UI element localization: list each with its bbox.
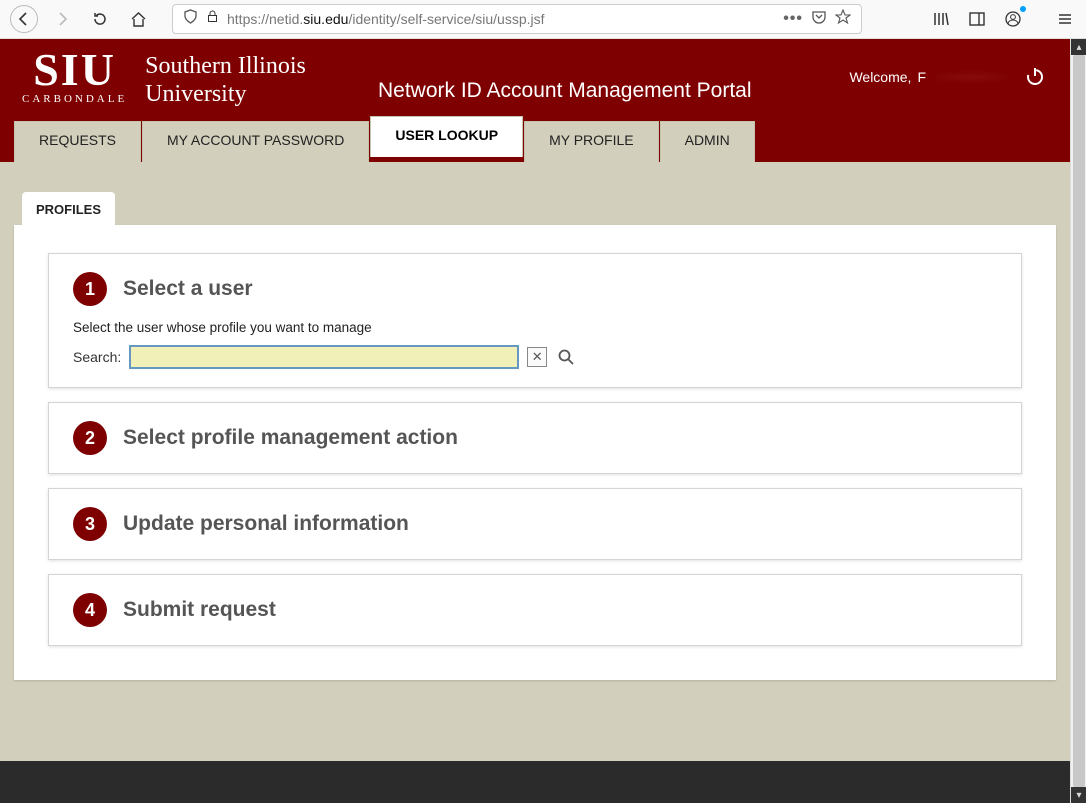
site-header: SIU CARBONDALE Southern Illinois Univers…: [0, 39, 1070, 162]
step-2-card[interactable]: 2 Select profile management action: [48, 402, 1022, 474]
step-2-number: 2: [73, 421, 107, 455]
tab-admin[interactable]: ADMIN: [660, 121, 755, 162]
logout-button[interactable]: [1022, 63, 1048, 89]
search-input[interactable]: [129, 345, 519, 369]
main-nav: REQUESTS MY ACCOUNT PASSWORD USER LOOKUP…: [14, 121, 756, 162]
scroll-up-button[interactable]: ▴: [1071, 39, 1086, 55]
search-label: Search:: [73, 349, 121, 365]
step-4-card[interactable]: 4 Submit request: [48, 574, 1022, 646]
step-1-card: 1 Select a user Select the user whose pr…: [48, 253, 1022, 388]
url-text: https://netid.siu.edu/identity/self-serv…: [227, 11, 775, 27]
more-icon[interactable]: •••: [783, 10, 803, 28]
page-footer: [0, 761, 1070, 803]
reload-button[interactable]: [86, 5, 114, 33]
tab-requests[interactable]: REQUESTS: [14, 121, 141, 162]
home-button[interactable]: [124, 5, 152, 33]
step-1-title: Select a user: [123, 277, 253, 301]
step-1-description: Select the user whose profile you want t…: [73, 320, 997, 335]
university-name-line2: University: [145, 81, 306, 109]
menu-button[interactable]: [1054, 8, 1076, 30]
university-name-line1: Southern Illinois: [145, 53, 306, 81]
bookmark-star-icon[interactable]: [835, 9, 851, 30]
lock-icon: [206, 10, 219, 28]
step-3-title: Update personal information: [123, 512, 409, 536]
logo-mark: SIU: [22, 49, 127, 90]
tab-user-lookup[interactable]: USER LOOKUP: [370, 116, 523, 157]
main-panel: 1 Select a user Select the user whose pr…: [14, 225, 1056, 680]
scrollbar[interactable]: ▴ ▾: [1070, 39, 1086, 803]
username-redacted: [932, 70, 1010, 84]
scroll-thumb[interactable]: [1073, 55, 1085, 787]
tab-my-account-password[interactable]: MY ACCOUNT PASSWORD: [142, 121, 369, 162]
sidebar-icon[interactable]: [966, 8, 988, 30]
step-3-card[interactable]: 3 Update personal information: [48, 488, 1022, 560]
site-logo[interactable]: SIU CARBONDALE Southern Illinois Univers…: [22, 49, 306, 108]
step-3-number: 3: [73, 507, 107, 541]
search-icon[interactable]: [555, 346, 577, 368]
pocket-icon[interactable]: [811, 9, 827, 30]
forward-button[interactable]: [48, 5, 76, 33]
back-button[interactable]: [10, 5, 38, 33]
step-2-title: Select profile management action: [123, 426, 458, 450]
browser-chrome: https://netid.siu.edu/identity/self-serv…: [0, 0, 1086, 39]
tab-my-profile[interactable]: MY PROFILE: [524, 121, 659, 162]
shield-icon: [183, 9, 198, 29]
address-bar[interactable]: https://netid.siu.edu/identity/self-serv…: [172, 4, 862, 34]
scroll-down-button[interactable]: ▾: [1071, 787, 1086, 803]
step-4-number: 4: [73, 593, 107, 627]
welcome-text: Welcome, F: [849, 69, 1010, 85]
logo-campus: CARBONDALE: [22, 93, 127, 105]
account-icon[interactable]: [1002, 8, 1024, 30]
step-1-number: 1: [73, 272, 107, 306]
step-4-title: Submit request: [123, 598, 276, 622]
clear-search-button[interactable]: ✕: [527, 347, 547, 367]
library-icon[interactable]: [930, 8, 952, 30]
subtab-profiles[interactable]: PROFILES: [22, 192, 115, 225]
page-title: Network ID Account Management Portal: [378, 79, 752, 103]
